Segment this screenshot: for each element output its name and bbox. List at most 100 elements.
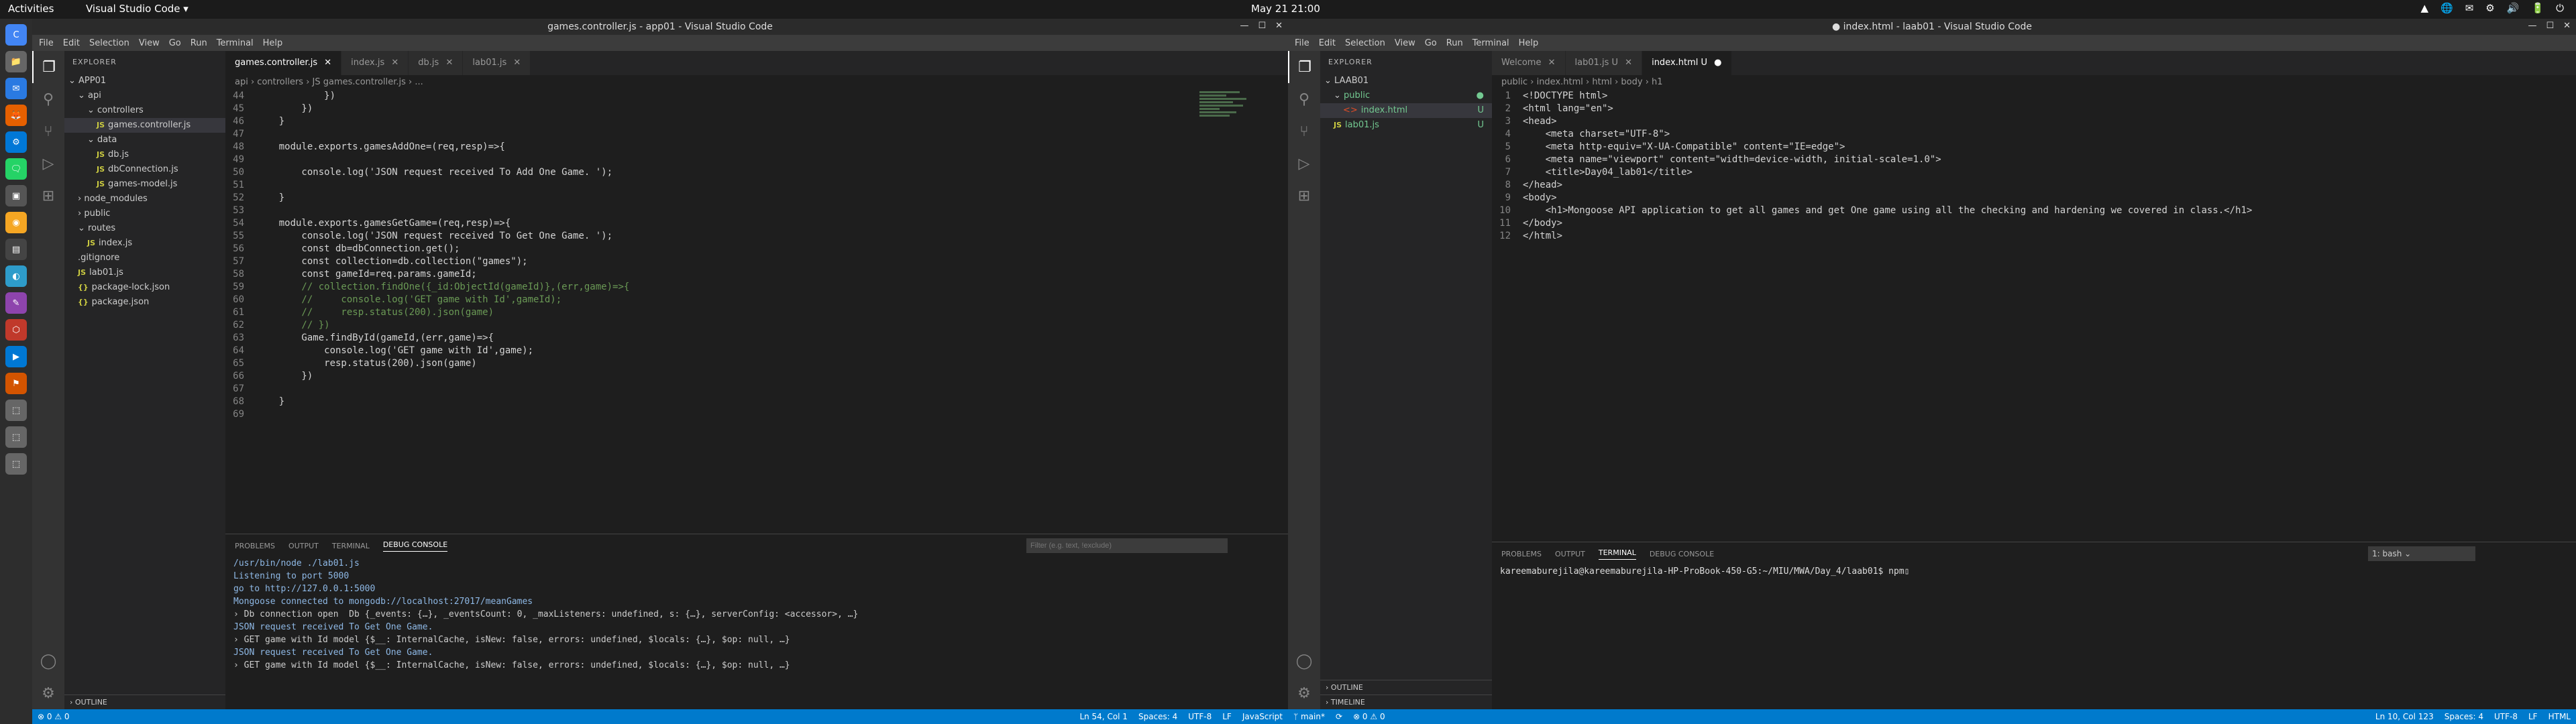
explorer-icon[interactable]: ❐ xyxy=(32,51,64,83)
console-filter-input[interactable] xyxy=(1026,538,1228,553)
tree-item[interactable]: ⌄ api xyxy=(64,88,225,103)
menu-view[interactable]: View xyxy=(1395,38,1415,48)
menu-file[interactable]: File xyxy=(1295,38,1309,48)
panel-tab-output[interactable]: OUTPUT xyxy=(288,542,319,550)
status-errs[interactable]: ⊗ 0 ⚠ 0 xyxy=(1348,712,1391,721)
tree-item[interactable]: ⌄ LAAB01 xyxy=(1320,74,1492,88)
editor-tab[interactable]: games.controller.js ✕ xyxy=(225,51,342,75)
tree-item[interactable]: JS db.js xyxy=(64,147,225,162)
breadcrumb[interactable]: public › index.html › html › body › h1 xyxy=(1492,75,1663,90)
dock-app-icon[interactable]: 🗨 xyxy=(5,158,27,180)
tray-icon[interactable]: ✉ xyxy=(2465,2,2474,14)
editor-tab[interactable]: index.html U ● xyxy=(1642,51,1732,75)
tree-item[interactable]: JS lab01.js xyxy=(64,265,225,280)
menu-view[interactable]: View xyxy=(139,38,160,48)
timeline-section[interactable]: › TIMELINE xyxy=(1320,695,1492,709)
minimap[interactable] xyxy=(1199,90,1260,224)
dock-app-icon[interactable]: 📁 xyxy=(5,51,27,72)
gear-icon[interactable]: ⚙ xyxy=(1288,677,1320,709)
menu-edit[interactable]: Edit xyxy=(63,38,80,48)
panel-tab-problems[interactable]: PROBLEMS xyxy=(235,542,275,550)
menu-selection[interactable]: Selection xyxy=(1345,38,1385,48)
terminal-select[interactable]: 1: bash ⌄ xyxy=(2368,546,2475,561)
panel-tab-terminal[interactable]: TERMINAL xyxy=(332,542,370,550)
dock-app-icon[interactable]: ⬡ xyxy=(5,319,27,341)
status-enc[interactable]: UTF-8 xyxy=(2489,712,2523,721)
unsaved-dot-icon[interactable]: ● xyxy=(1711,58,1721,68)
search-icon[interactable]: ⚲ xyxy=(32,83,64,115)
dock-app-icon[interactable]: ⬚ xyxy=(5,426,27,448)
tree-item[interactable]: JS games.controller.js xyxy=(64,118,225,133)
panel-tab-debug-console[interactable]: DEBUG CONSOLE xyxy=(1650,550,1714,558)
run-debug-icon[interactable]: ▷ xyxy=(32,147,64,180)
tree-item[interactable]: ⌄ controllers xyxy=(64,103,225,118)
tree-item[interactable]: {} package.json xyxy=(64,295,225,310)
dock-app-icon[interactable]: ⚑ xyxy=(5,373,27,394)
dock-app-icon[interactable]: ▣ xyxy=(5,185,27,206)
dock-app-icon[interactable]: ◐ xyxy=(5,265,27,287)
terminal-output[interactable]: kareemaburejila@kareemaburejila-HP-ProBo… xyxy=(1492,565,2576,578)
tree-item[interactable]: › public xyxy=(64,206,225,221)
menu-help[interactable]: Help xyxy=(263,38,283,48)
clock[interactable]: May 21 21:00 xyxy=(1251,3,1320,15)
status-branch[interactable]: ᛘ main* xyxy=(1288,712,1330,721)
menu-terminal[interactable]: Terminal xyxy=(1472,38,1509,48)
dock-app-icon[interactable]: 🦊 xyxy=(5,105,27,126)
tree-item[interactable]: .gitignore xyxy=(64,251,225,265)
minimize-icon[interactable]: — xyxy=(1240,21,1248,31)
tray-icon[interactable]: 🌐 xyxy=(2440,2,2453,14)
close-icon[interactable]: ✕ xyxy=(321,58,331,68)
maximize-icon[interactable]: ☐ xyxy=(2546,21,2554,31)
status-spaces[interactable]: Spaces: 4 xyxy=(1133,712,1183,721)
close-icon[interactable]: ✕ xyxy=(1545,58,1556,68)
editor-tab[interactable]: index.js ✕ xyxy=(341,51,409,75)
editor-tab[interactable]: lab01.js ✕ xyxy=(463,51,531,75)
dock-app-icon[interactable]: ✎ xyxy=(5,292,27,314)
menu-terminal[interactable]: Terminal xyxy=(217,38,254,48)
explorer-icon[interactable]: ❐ xyxy=(1288,51,1320,83)
app-menu[interactable]: Visual Studio Code ▾ xyxy=(86,3,189,15)
close-icon[interactable]: ✕ xyxy=(2563,21,2571,31)
dock-app-icon[interactable]: ⬚ xyxy=(5,453,27,475)
close-icon[interactable]: ✕ xyxy=(511,58,521,68)
status-eol[interactable]: LF xyxy=(2523,712,2543,721)
tree-item[interactable]: › node_modules xyxy=(64,192,225,206)
dock-app-icon[interactable]: ⚙ xyxy=(5,131,27,153)
code-editor[interactable]: 1 <!DOCTYPE html> 2 <html lang="en"> 3 <head>… xyxy=(1492,90,2498,243)
account-icon[interactable]: ◯ xyxy=(32,645,64,677)
menu-selection[interactable]: Selection xyxy=(89,38,129,48)
menu-help[interactable]: Help xyxy=(1519,38,1539,48)
dock-app-icon[interactable]: C xyxy=(5,24,27,46)
activities-button[interactable]: Activities xyxy=(8,3,54,15)
status-eol[interactable]: LF xyxy=(1217,712,1237,721)
editor-tab[interactable]: lab01.js U ✕ xyxy=(1565,51,1643,75)
tray-icon[interactable]: 🔋 xyxy=(2531,2,2544,14)
panel-tab-output[interactable]: OUTPUT xyxy=(1555,550,1585,558)
tray-icon[interactable]: ▲ xyxy=(2420,2,2428,14)
tree-item[interactable]: JS games-model.js xyxy=(64,177,225,192)
dock-app-icon[interactable]: ◉ xyxy=(5,212,27,233)
panel-tab-terminal[interactable]: TERMINAL xyxy=(1598,548,1636,560)
search-icon[interactable]: ⚲ xyxy=(1288,83,1320,115)
close-icon[interactable]: ✕ xyxy=(1622,58,1632,68)
source-control-icon[interactable]: ⑂ xyxy=(32,115,64,147)
tree-item[interactable]: JS dbConnection.js xyxy=(64,162,225,177)
system-tray[interactable]: ▲ 🌐 ✉ ⚙ 🔊 🔋 ⏻ xyxy=(2420,2,2564,14)
tree-item[interactable]: ⌄ public ● xyxy=(1320,88,1492,103)
extensions-icon[interactable]: ⊞ xyxy=(32,180,64,212)
tray-icon[interactable]: ⏻ xyxy=(2556,2,2564,14)
account-icon[interactable]: ◯ xyxy=(1288,645,1320,677)
tree-item[interactable]: ⌄ APP01 xyxy=(64,74,225,88)
menu-go[interactable]: Go xyxy=(1425,38,1437,48)
menu-go[interactable]: Go xyxy=(169,38,181,48)
minimize-icon[interactable]: — xyxy=(2528,21,2536,31)
status-spaces[interactable]: Spaces: 4 xyxy=(2439,712,2489,721)
editor-tab[interactable]: Welcome ✕ xyxy=(1492,51,1566,75)
tree-item[interactable]: ⌄ routes xyxy=(64,221,225,236)
outline-section[interactable]: › OUTLINE xyxy=(64,695,225,709)
close-icon[interactable]: ✕ xyxy=(388,58,398,68)
source-control-icon[interactable]: ⑂ xyxy=(1288,115,1320,147)
tray-icon[interactable]: 🔊 xyxy=(2507,2,2520,14)
menu-edit[interactable]: Edit xyxy=(1319,38,1336,48)
dock-app-icon[interactable]: ✉ xyxy=(5,78,27,99)
